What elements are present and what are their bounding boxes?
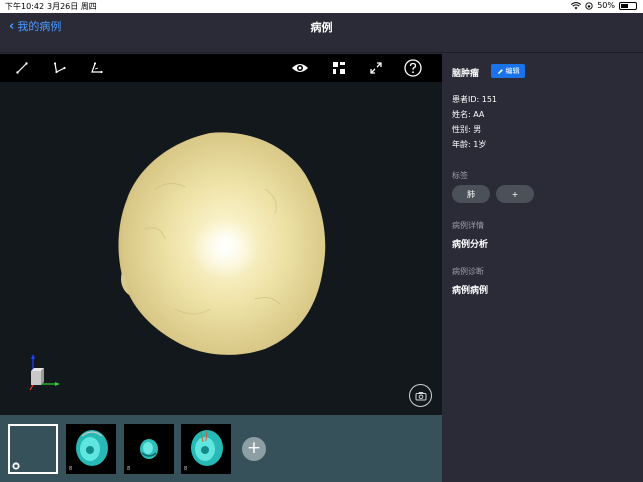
thumbnail-label: 8	[69, 466, 73, 472]
diagnosis-value: 病例病例	[452, 286, 489, 296]
battery-percent: 50%	[597, 1, 615, 10]
thumbnail-label: 8	[127, 466, 131, 472]
angle-icon	[53, 62, 66, 74]
edit-button[interactable]: 编辑	[491, 64, 525, 78]
angle-tool-button[interactable]	[49, 58, 69, 78]
orientation-axes	[29, 354, 60, 391]
fullscreen-icon	[370, 62, 382, 74]
details-value: 病例分析	[452, 240, 489, 250]
status-date: 3月26日 周四	[47, 2, 97, 11]
thumbnail-scan-3[interactable]: 8	[181, 424, 231, 474]
layout-grid-button[interactable]	[329, 58, 349, 78]
measure-line-button[interactable]	[12, 58, 32, 78]
patient-name: 姓名: AA	[452, 110, 485, 119]
angle-alt-icon	[90, 62, 103, 74]
pencil-icon	[497, 68, 503, 74]
scan-image	[191, 430, 223, 466]
fullscreen-button[interactable]	[366, 58, 386, 78]
case-title: 脑肿瘤	[452, 69, 480, 79]
status-right: 50%	[571, 1, 637, 10]
orientation-lock-icon	[585, 1, 593, 10]
scan-image	[140, 439, 158, 459]
nav-bar: ‹ 我的病例 病例	[0, 13, 643, 53]
details-label: 病例详情	[452, 221, 484, 230]
camera-icon	[415, 391, 426, 400]
status-bar: 下午10:42 3月26日 周四 50%	[0, 0, 643, 13]
viewer-toolbar	[0, 54, 442, 82]
measure-line-icon	[16, 62, 28, 74]
thumbnail-3d-view[interactable]	[8, 424, 58, 474]
visibility-button[interactable]	[290, 58, 310, 78]
thumbnail-scan-2[interactable]: 8	[124, 424, 174, 474]
status-time: 下午10:42	[5, 2, 45, 11]
thumbnail-scan-1[interactable]: 8	[66, 424, 116, 474]
tags-label: 标签	[452, 171, 468, 180]
help-icon	[404, 59, 422, 77]
thumbnail-strip: 8 8 8 +	[0, 415, 442, 482]
add-image-button[interactable]: +	[242, 437, 266, 461]
scan-image	[76, 430, 108, 466]
wifi-icon	[571, 1, 582, 9]
battery-icon	[619, 1, 637, 10]
page-title: 病例	[310, 21, 333, 34]
cobb-angle-button[interactable]	[86, 58, 106, 78]
3d-viewport[interactable]	[0, 82, 442, 415]
help-button[interactable]	[403, 58, 423, 78]
cube-icon	[12, 462, 20, 470]
patient-id: 患者ID: 151	[452, 95, 498, 104]
patient-age: 年龄: 1岁	[452, 140, 487, 149]
tumor-3d-model[interactable]	[115, 129, 327, 359]
case-info-panel: 脑肿瘤 编辑 患者ID: 151 姓名: AA 性别: 男 年龄: 1岁 标签 …	[442, 54, 643, 482]
edit-label: 编辑	[505, 67, 520, 75]
eye-icon	[292, 64, 308, 72]
snapshot-button[interactable]	[409, 384, 432, 407]
tag-chip[interactable]: 肺	[452, 185, 490, 203]
diagnosis-label: 病例诊断	[452, 267, 484, 276]
patient-gender: 性别: 男	[452, 125, 482, 134]
thumbnail-label: 8	[184, 466, 188, 472]
add-tag-button[interactable]: +	[496, 185, 534, 203]
grid-icon	[333, 62, 345, 74]
